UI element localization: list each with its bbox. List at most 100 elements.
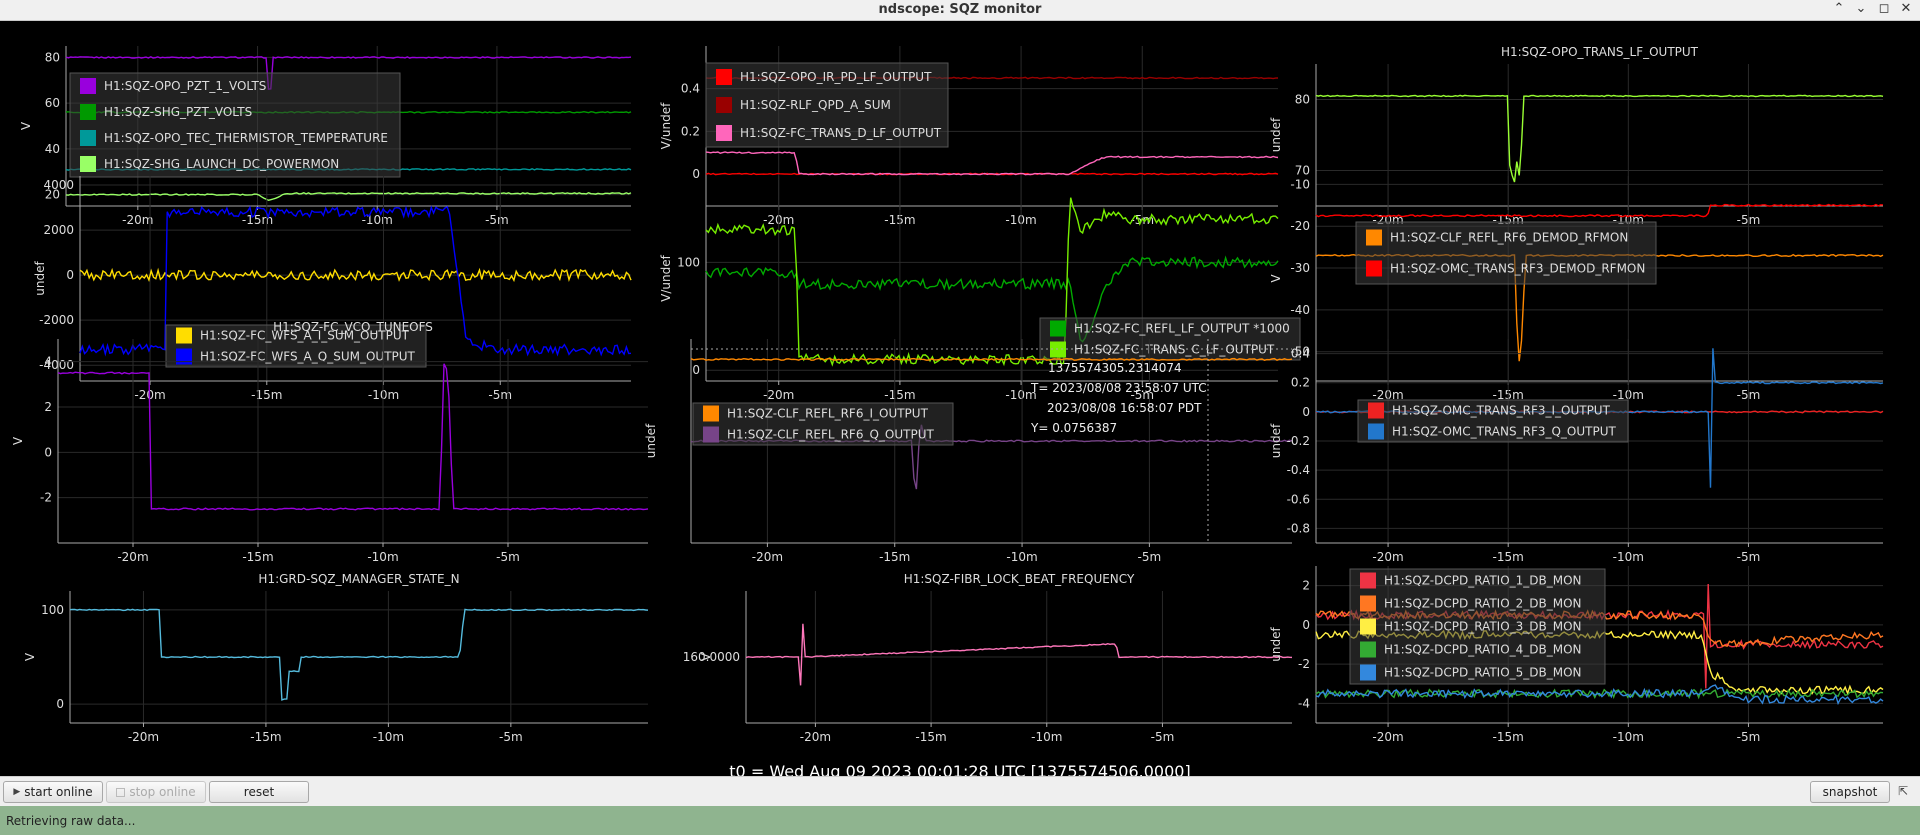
y-tick-label: -4 [1298,696,1310,710]
y-tick-label: 0 [692,167,700,181]
legend-label: H1:SQZ-CLF_REFL_RF6_I_OUTPUT [727,407,929,421]
close-icon[interactable]: ✕ [1897,1,1915,16]
y-tick-label: 0 [66,268,74,282]
legend-label: H1:SQZ-CLF_REFL_RF6_DEMOD_RFMON [1390,231,1628,245]
legend-swatch [716,125,732,141]
y-tick-label: 0.4 [1291,347,1310,361]
x-tick-label: -15m [915,730,946,744]
legend-swatch [1050,320,1066,337]
y-tick-label: 80 [1295,93,1310,107]
plot-9: -20m -15m -10m -5m 0 100 V H1:GRD-SQZ_MANAGER_S… [23,572,649,744]
collapse-icon[interactable]: ⌃ [1830,1,1848,16]
y-tick-label: 70 [1295,164,1310,178]
plot-5: -20m -15m -10m -5m-50-40-30-20-10VH1:SQZ-CL… [1269,176,1884,402]
y-tick-label: -0.8 [1287,521,1310,535]
y-axis-label: V [1269,274,1283,283]
legend-label: H1:SQZ-DCPD_RATIO_1_DB_MON [1384,574,1582,588]
series-line-2 [705,151,1279,176]
plot-grid[interactable]: -20m -15m -10m -5m20406080VH1:SQZ-OPO_PZT_1… [0,21,1920,775]
x-tick-label: -20m [117,550,148,564]
y-axis-label: V [699,652,713,661]
stop-icon [116,787,126,797]
y-tick-label: -0.2 [1287,434,1310,448]
x-tick-label: -5m [488,388,512,402]
y-axis-label: undef [644,423,658,458]
window-title: ndscope: SQZ monitor [878,2,1042,17]
y-axis-label: V/undef [659,102,673,149]
y-tick-label: 2 [44,400,52,414]
y-tick-label: -0.4 [1287,463,1310,477]
series-line-0 [69,608,649,701]
x-tick-label: -5m [496,550,520,564]
y-tick-label: -0.6 [1287,492,1310,506]
status-text: Retrieving raw data... [6,814,136,828]
legend-swatch [1360,595,1376,612]
y-tick-label: 100 [677,255,700,269]
x-tick-label: -10m [373,730,404,744]
y-tick-label: -40 [1290,303,1310,317]
x-tick-label: -20m [1372,730,1403,744]
snapshot-button[interactable]: snapshot [1810,781,1890,803]
y-tick-label: 0 [1302,618,1310,632]
plot-title: H1:SQZ-FC_VCO_TUNEOFS [273,320,433,334]
x-tick-label: -10m [1006,550,1037,564]
y-tick-label: 100 [41,603,64,617]
legend-label: H1:SQZ-OMC_TRANS_RF3_I_OUTPUT [1392,404,1611,418]
crosshair-label: T= 2023/08/08 23:58:07 UTC [1030,381,1207,395]
legend-swatch [1360,641,1376,658]
x-tick-label: -20m [752,550,783,564]
y-axis-label: V [11,436,25,445]
maximize-icon[interactable]: ◻ [1875,1,1893,16]
reset-button[interactable]: reset [209,781,309,803]
y-tick-label: -20 [1290,219,1310,233]
plot-7: -20m -15m -10m -5m undef H1:SQZ-CLF_REFL_RF6_… [644,339,1293,564]
plot-2: -20m -15m -10m -5m7080undefH1:SQZ-OPO_TRANS… [1269,45,1884,227]
legend-swatch [703,426,719,443]
series-line-0 [57,363,649,511]
legend-label: H1:SQZ-CLF_REFL_RF6_Q_OUTPUT [727,428,934,442]
y-tick-label: 0.2 [681,124,700,138]
x-tick-label: -5m [485,213,509,227]
status-bar: Retrieving raw data... [0,806,1920,835]
legend-swatch [1368,423,1384,440]
plot-1: -20m -15m -10m -5m00.20.4V/undefH1:SQZ-OPO_… [659,46,1279,227]
legend-label: H1:SQZ-DCPD_RATIO_4_DB_MON [1384,643,1582,657]
minimize-icon[interactable]: ⌄ [1852,1,1870,16]
legend-label: H1:SQZ-DCPD_RATIO_3_DB_MON [1384,620,1582,634]
series-line-3 [65,192,632,202]
x-tick-label: -20m [128,730,159,744]
legend-label: H1:SQZ-FC_TRANS_D_LF_OUTPUT [740,126,942,140]
legend-label: H1:SQZ-DCPD_RATIO_2_DB_MON [1384,597,1582,611]
y-axis-label: V [23,652,37,661]
legend-swatch [176,327,192,344]
y-tick-label: 0.4 [681,82,700,96]
legend-swatch [1360,618,1376,635]
y-tick-label: 60 [45,96,60,110]
x-tick-label: -10m [1613,550,1644,564]
y-tick-label: 2000 [43,223,74,237]
legend-label: H1:SQZ-OMC_TRANS_RF3_DEMOD_RFMON [1390,262,1645,276]
y-tick-label: 0.2 [1291,376,1310,390]
plot-3: -20m -15m -10m -5m-4000-2000020004000undefH… [33,176,632,402]
legend-label: H1:SQZ-DCPD_RATIO_5_DB_MON [1384,666,1582,680]
legend-swatch [1368,402,1384,419]
y-tick-label: -2 [40,491,52,505]
legend-label: H1:SQZ-OPO_TEC_THERMISTOR_TEMPERATURE [104,131,388,145]
legend-swatch [716,69,732,85]
plot-title: H1:SQZ-FIBR_LOCK_BEAT_FREQUENCY [904,572,1135,586]
plot-4: -20m -15m -10m -5m0100V/undefH1:SQZ-FC_REFL… [659,176,1301,402]
y-tick-label: 4 [44,355,52,369]
start-online-button[interactable]: ▶ start online [3,781,103,803]
x-tick-label: -15m [879,550,910,564]
legend-swatch [716,97,732,113]
y-axis-label: undef [1269,627,1283,662]
x-tick-label: -10m [1613,730,1644,744]
x-tick-label: -15m [251,388,282,402]
legend-swatch [80,78,96,94]
legend-swatch [80,130,96,146]
series-line-0 [1315,94,1884,183]
menu-arrow-icon[interactable]: ⇱ [1898,784,1908,798]
x-tick-label: -20m [122,213,153,227]
stop-online-button[interactable]: stop online [106,781,206,803]
plot-title: H1:SQZ-OPO_TRANS_LF_OUTPUT [1501,45,1699,59]
